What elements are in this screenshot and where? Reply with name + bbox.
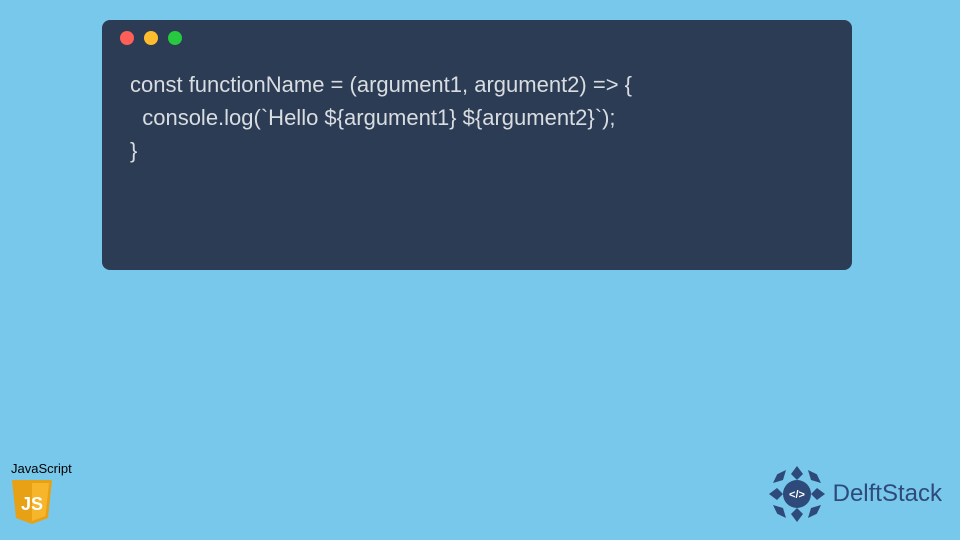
brand-mandala-icon: </> (767, 464, 827, 524)
code-line-1: const functionName = (argument1, argumen… (130, 72, 632, 97)
code-line-3: } (130, 138, 137, 163)
brand-name: DelftStack (833, 480, 942, 508)
javascript-shield-icon: JS (10, 478, 54, 526)
brand-badge: </> DelftStack (767, 464, 942, 524)
javascript-label: JavaScript (11, 461, 72, 476)
brand-symbol: </> (789, 489, 805, 501)
close-dot-icon (120, 31, 134, 45)
js-logo-text: JS (21, 494, 43, 514)
javascript-badge: JavaScript JS (10, 461, 72, 526)
code-block: const functionName = (argument1, argumen… (102, 56, 852, 187)
minimize-dot-icon (144, 31, 158, 45)
maximize-dot-icon (168, 31, 182, 45)
code-window: const functionName = (argument1, argumen… (102, 20, 852, 270)
code-line-2: console.log(`Hello ${argument1} ${argume… (130, 105, 616, 130)
window-titlebar (102, 20, 852, 56)
